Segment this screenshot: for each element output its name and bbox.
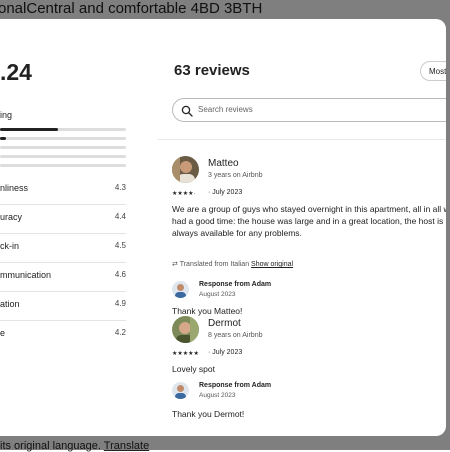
category-value: 4.2 xyxy=(114,328,126,337)
category-value: 4.4 xyxy=(114,212,126,221)
response-title: Response from Adam xyxy=(199,382,272,389)
category-accuracy: uracy 4.4 xyxy=(0,204,126,234)
review-text: Lovely spot xyxy=(172,364,215,374)
sort-dropdown[interactable]: Most re xyxy=(420,61,446,81)
divider xyxy=(158,139,446,140)
search-reviews-input[interactable]: Search reviews xyxy=(172,98,446,122)
category-label: uracy xyxy=(0,212,23,222)
translation-info: ⇄ Translated from Italian Show original xyxy=(172,260,293,268)
reviewer-avatar[interactable] xyxy=(172,316,199,343)
reviewer-tenure: 8 years on Airbnb xyxy=(208,332,263,339)
reviews-heading: 63 reviews xyxy=(174,62,250,79)
host-avatar xyxy=(172,382,189,399)
category-value: 4.6 xyxy=(114,270,126,279)
category-label: e xyxy=(0,328,6,338)
category-label: ation xyxy=(0,299,20,309)
rating-bar-5 xyxy=(0,128,126,131)
review-stars: ★★★★· xyxy=(172,191,196,197)
overall-rating-label: ing xyxy=(0,110,13,120)
reviewer-avatar[interactable] xyxy=(172,156,199,183)
review-stars: ★★★★★ xyxy=(172,351,199,357)
rating-bar-fill xyxy=(0,137,7,140)
category-value: 4.9 xyxy=(114,299,126,308)
category-label: ck-in xyxy=(0,241,20,251)
category-value: 4.3 xyxy=(114,183,126,192)
response-text: Thank you Matteo! xyxy=(172,306,243,316)
search-icon xyxy=(181,105,193,117)
reviewer-name: Dermot xyxy=(208,318,241,329)
category-cleanliness: nliness 4.3 xyxy=(0,175,126,205)
category-communication: mmunication 4.6 xyxy=(0,262,126,292)
review-date: · July 2023 xyxy=(208,189,243,196)
rating-bar-4 xyxy=(0,137,126,140)
overall-rating: .24 xyxy=(0,59,32,85)
category-checkin: ck-in 4.5 xyxy=(0,233,126,263)
host-avatar xyxy=(172,281,189,298)
reviewer-name: Matteo xyxy=(208,158,239,169)
review-date: · July 2023 xyxy=(208,349,243,356)
reviewer-tenure: 3 years on Airbnb xyxy=(208,172,263,179)
category-location: ation 4.9 xyxy=(0,291,126,321)
translated-label: Translated from Italian xyxy=(179,261,250,268)
rating-bar-3 xyxy=(0,146,126,149)
response-date: August 2023 xyxy=(199,392,236,399)
show-original-link[interactable]: Show original xyxy=(251,261,293,268)
search-placeholder: Search reviews xyxy=(198,105,253,114)
response-title: Response from Adam xyxy=(199,281,272,288)
response-text: Thank you Dermot! xyxy=(172,409,245,419)
category-label: mmunication xyxy=(0,270,52,280)
category-label: nliness xyxy=(0,183,29,193)
review-text: We are a group of guys who stayed overni… xyxy=(172,204,446,238)
category-value: 4.5 xyxy=(114,241,126,250)
response-date: August 2023 xyxy=(199,291,236,298)
reviews-modal: .24 ing nliness 4.3 uracy 4.4 ck-in 4.5 … xyxy=(0,19,446,436)
translate-icon: ⇄ xyxy=(172,261,178,268)
rating-bar-2 xyxy=(0,155,126,158)
rating-bar-fill xyxy=(0,128,58,131)
rating-bar-1 xyxy=(0,164,126,167)
category-value-rating: e 4.2 xyxy=(0,320,126,349)
